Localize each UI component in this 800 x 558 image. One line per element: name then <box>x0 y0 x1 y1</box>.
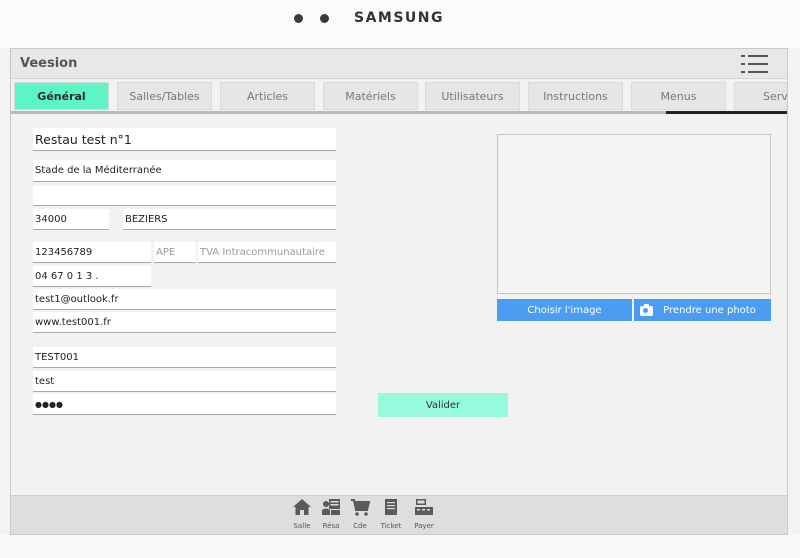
tab-salles-tables[interactable]: Salles/Tables <box>117 82 212 110</box>
tab-materiels[interactable]: Matériels <box>323 82 418 110</box>
choose-image-button[interactable]: Choisir l'image <box>497 299 632 321</box>
nav-cde-label: Cde <box>353 522 367 530</box>
tab-general[interactable]: Général <box>14 82 109 110</box>
reservation-icon <box>322 499 340 515</box>
tab-services[interactable]: Servi <box>734 82 787 110</box>
restaurant-name-field[interactable]: Restau test n°1 <box>33 128 336 151</box>
nav-resa[interactable]: Résa <box>317 497 345 534</box>
tab-scroll-track <box>11 111 787 114</box>
title-bar: Veesion <box>11 49 787 79</box>
nav-salle-label: Salle <box>293 522 311 530</box>
nav-ticket[interactable]: Ticket <box>377 497 405 534</box>
validate-button[interactable]: Valider <box>378 393 508 417</box>
image-preview <box>497 134 771 294</box>
tva-field[interactable]: TVA Intracommunautaire <box>198 242 336 263</box>
postal-code-field[interactable]: 34000 <box>33 209 109 230</box>
bottom-nav: Salle Résa Cde Ticket Payer <box>11 495 787 534</box>
user-field[interactable]: test <box>33 371 336 392</box>
ticket-icon <box>385 499 397 515</box>
home-icon <box>293 499 311 515</box>
nav-payer-label: Payer <box>414 522 434 530</box>
website-field[interactable]: www.test001.fr <box>33 312 336 333</box>
device-top-bezel: SAMSUNG <box>0 0 800 48</box>
tab-utilisateurs[interactable]: Utilisateurs <box>425 82 520 110</box>
cart-icon <box>351 499 370 516</box>
tab-scroll-thumb[interactable] <box>666 111 787 114</box>
phone-field[interactable]: 04 67 0 1 3 . <box>33 266 151 287</box>
app-title: Veesion <box>20 56 78 71</box>
sensor-dot-icon <box>294 14 303 23</box>
nav-cde[interactable]: Cde <box>346 497 374 534</box>
nav-payer[interactable]: Payer <box>410 497 438 534</box>
password-field[interactable]: ●●●● <box>33 394 336 415</box>
address-line2-field[interactable] <box>33 186 336 206</box>
device-brand: SAMSUNG <box>354 10 445 26</box>
app-window: Veesion Général Salles/Tables Articles M… <box>10 48 788 535</box>
register-icon <box>415 499 433 515</box>
siret-field[interactable]: 123456789 <box>33 242 151 263</box>
tab-bar: Général Salles/Tables Articles Matériels… <box>11 82 787 112</box>
login-field[interactable]: TEST001 <box>33 347 336 368</box>
device-bottom-bezel <box>0 535 800 558</box>
hamburger-menu-icon[interactable] <box>741 54 769 74</box>
ape-field[interactable]: APE <box>154 242 196 263</box>
take-photo-button[interactable]: Prendre une photo <box>634 299 771 321</box>
city-field[interactable]: BEZIERS <box>123 209 336 230</box>
take-photo-label: Prendre une photo <box>663 304 756 316</box>
camera-dot-icon <box>320 14 329 23</box>
tab-instructions[interactable]: Instructions <box>528 82 623 110</box>
email-field[interactable]: test1@outlook.fr <box>33 289 336 310</box>
tab-menus[interactable]: Menus <box>631 82 726 110</box>
nav-ticket-label: Ticket <box>380 522 402 530</box>
address-line1-field[interactable]: Stade de la Méditerranée <box>33 160 336 182</box>
nav-resa-label: Résa <box>322 522 340 530</box>
nav-salle[interactable]: Salle <box>288 497 316 534</box>
camera-icon <box>640 304 653 316</box>
tab-articles[interactable]: Articles <box>220 82 315 110</box>
